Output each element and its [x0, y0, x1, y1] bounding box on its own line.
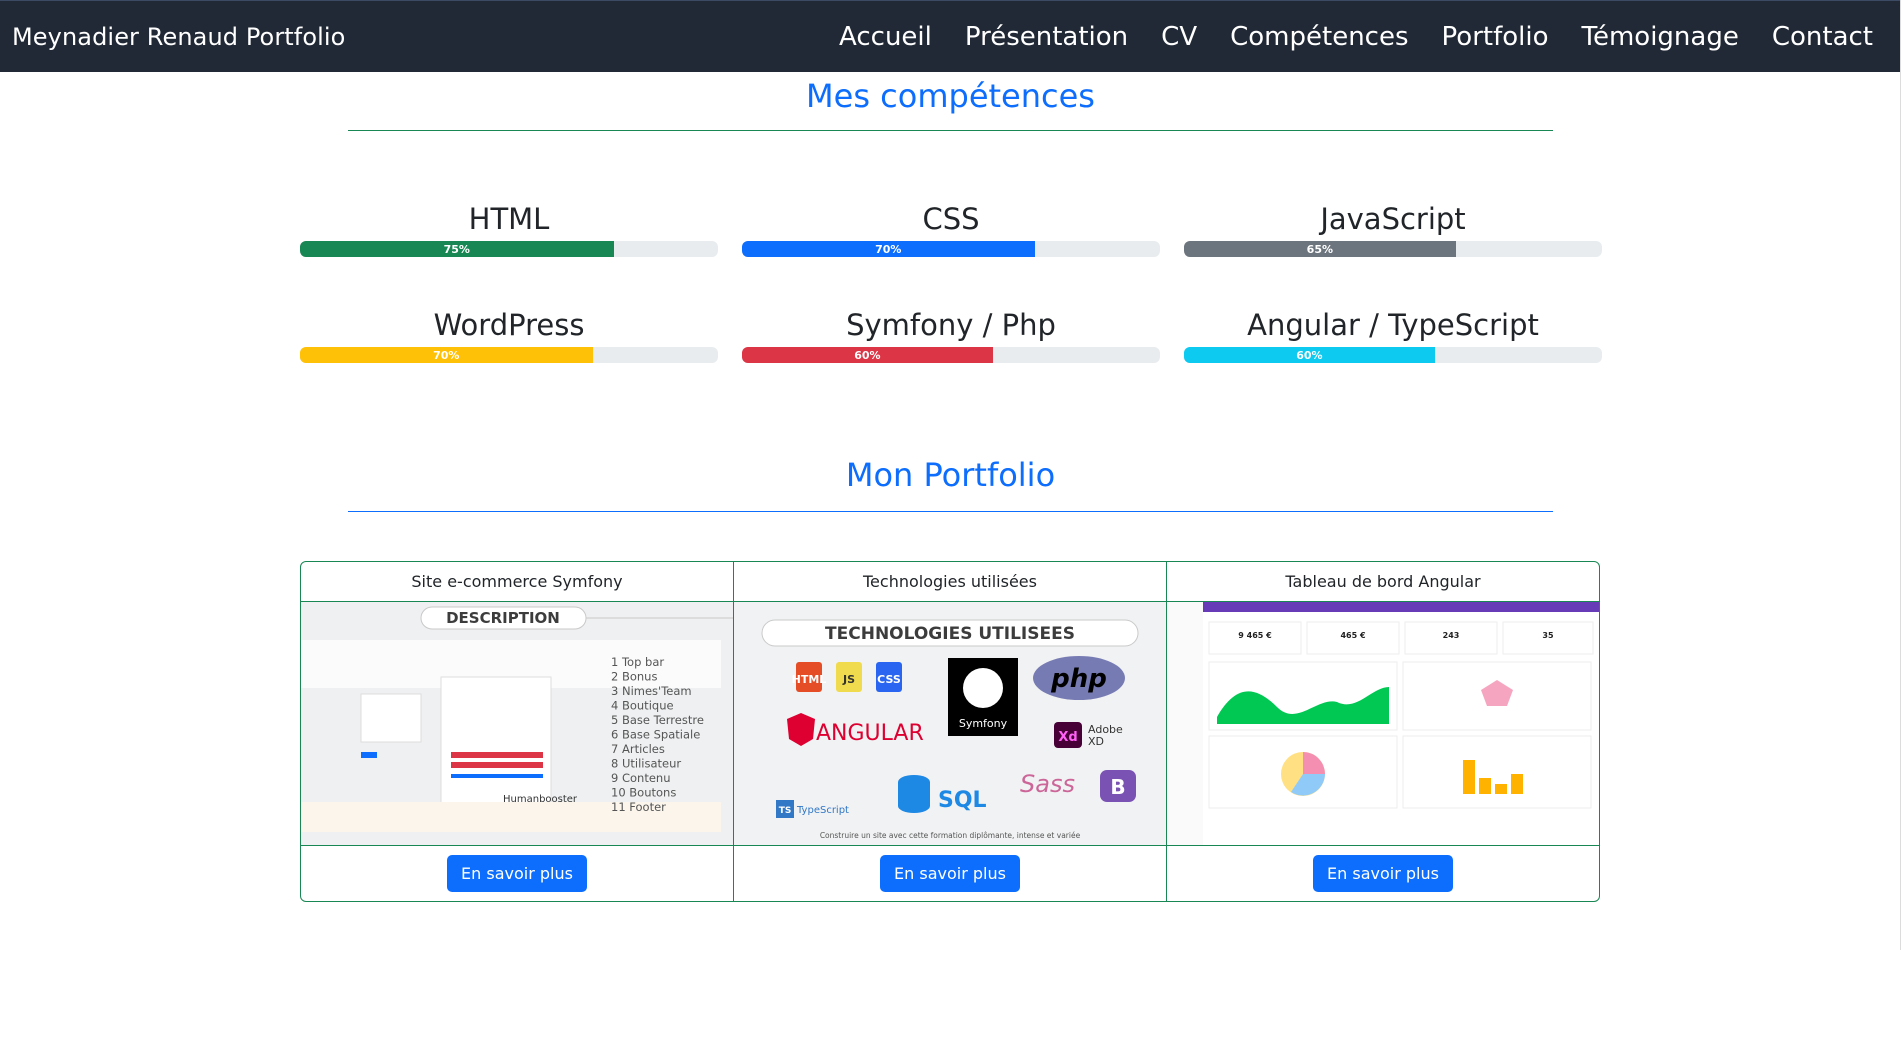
skill-wordpress: WordPress 70%: [300, 307, 718, 363]
progress-track: 60%: [1184, 347, 1602, 363]
progress-bar: 60%: [742, 347, 993, 363]
progress-bar: 75%: [300, 241, 614, 257]
progress-bar: 60%: [1184, 347, 1435, 363]
list-item: 9 Contenu: [611, 771, 671, 785]
list-item: 1 Top bar: [611, 655, 664, 669]
bar-chart-bar: [1479, 778, 1491, 794]
learn-more-button[interactable]: En savoir plus: [1313, 855, 1453, 892]
stat-value: 465 €: [1340, 631, 1365, 640]
list-item: 6 Base Spatiale: [611, 728, 700, 742]
sql-label: SQL: [938, 788, 987, 813]
list-item: 8 Utilisateur: [611, 757, 681, 771]
portfolio-card-ecommerce: Site e-commerce Symfony DESCRIPTION 1 To…: [301, 562, 733, 901]
portfolio-cards: Site e-commerce Symfony DESCRIPTION 1 To…: [300, 561, 1600, 902]
portfolio-title: Mon Portfolio: [845, 456, 1056, 494]
progress-track: 70%: [742, 241, 1160, 257]
skill-name: Symfony / Php: [846, 308, 1056, 342]
portfolio-divider: [348, 511, 1553, 512]
css3-label: CSS: [877, 673, 901, 686]
list-item: 5 Base Terrestre: [611, 713, 704, 727]
portfolio-card-dashboard: Tableau de bord Angular 9 465 € 465 € 24…: [1166, 562, 1599, 901]
stat-value: 243: [1443, 631, 1460, 640]
nav-link-presentation[interactable]: Présentation: [965, 22, 1128, 52]
nav-link-temoignage[interactable]: Témoignage: [1582, 22, 1739, 52]
card-header: Site e-commerce Symfony: [301, 562, 733, 602]
progress-track: 75%: [300, 241, 718, 257]
angular-label: ANGULAR: [816, 721, 924, 746]
nav-link-competences[interactable]: Compétences: [1230, 22, 1408, 52]
dashboard-preview: 9 465 € 465 € 243 35: [1167, 602, 1599, 845]
card-header: Technologies utilisées: [734, 562, 1166, 602]
list-item: 7 Articles: [611, 742, 665, 756]
adobe-xd-label: XD: [1088, 735, 1104, 748]
skill-html: HTML 75%: [300, 201, 718, 257]
learn-more-button[interactable]: En savoir plus: [880, 855, 1020, 892]
skill-angular-typescript: Angular / TypeScript 60%: [1184, 307, 1602, 363]
list-item: 4 Boutique: [611, 699, 674, 713]
stat-value: 35: [1542, 631, 1554, 640]
learn-more-button[interactable]: En savoir plus: [447, 855, 587, 892]
nav-link-portfolio[interactable]: Portfolio: [1442, 22, 1549, 52]
navbar: Meynadier Renaud Portfolio Accueil Prése…: [0, 0, 1900, 72]
stat-value: 9 465 €: [1238, 631, 1272, 640]
nav-link-cv[interactable]: CV: [1161, 22, 1197, 52]
skill-symfony-php: Symfony / Php 60%: [742, 307, 1160, 363]
html5-label: HTML: [792, 673, 827, 686]
bar-chart-bar: [1495, 784, 1507, 794]
skills-divider: [348, 130, 1553, 131]
skill-name: HTML: [468, 202, 550, 236]
skill-name: JavaScript: [1320, 202, 1466, 236]
card-footer: En savoir plus: [734, 846, 1166, 901]
page: Meynadier Renaud Portfolio Accueil Prése…: [0, 0, 1901, 1040]
progress-track: 60%: [742, 347, 1160, 363]
card-header: Tableau de bord Angular: [1167, 562, 1599, 602]
list-item: 11 Footer: [611, 800, 666, 814]
card-image-ecommerce: DESCRIPTION 1 Top bar 2 Bonus 3 Nimes'Te…: [301, 602, 733, 846]
nav-link-accueil[interactable]: Accueil: [839, 22, 932, 52]
technologies-preview: TECHNOLOGIES UTILISEES HTML JS CSS Symfo…: [734, 602, 1166, 845]
sass-label: Sass: [1020, 770, 1075, 798]
card-footer: En savoir plus: [301, 846, 733, 901]
bar-chart-bar: [1463, 760, 1475, 794]
nav-links: Accueil Présentation CV Compétences Port…: [806, 22, 1873, 52]
card-image-technologies: TECHNOLOGIES UTILISEES HTML JS CSS Symfo…: [734, 602, 1166, 846]
ts-label: TS: [779, 806, 792, 816]
progress-bar: 70%: [300, 347, 593, 363]
image-heading: TECHNOLOGIES UTILISEES: [825, 624, 1075, 644]
progress-bar: 65%: [1184, 241, 1456, 257]
skill-javascript: JavaScript 65%: [1184, 201, 1602, 257]
portfolio-card-technologies: Technologies utilisées TECHNOLOGIES UTIL…: [733, 562, 1166, 901]
skill-name: WordPress: [433, 308, 585, 342]
list-item: 10 Boutons: [611, 786, 676, 800]
image-caption: Construire un site avec cette formation …: [820, 831, 1081, 840]
humanbooster-logo: Humanbooster: [503, 794, 578, 805]
brand-title[interactable]: Meynadier Renaud Portfolio: [12, 23, 345, 51]
progress-track: 65%: [1184, 241, 1602, 257]
progress-bar: 70%: [742, 241, 1035, 257]
bootstrap-label: B: [1110, 775, 1125, 799]
typescript-label: TypeScript: [796, 805, 849, 816]
xd-label: Xd: [1058, 730, 1077, 745]
card-footer: En savoir plus: [1167, 846, 1599, 901]
progress-track: 70%: [300, 347, 718, 363]
skill-name: CSS: [922, 202, 980, 236]
skill-css: CSS 70%: [742, 201, 1160, 257]
php-label: php: [1050, 664, 1107, 694]
ecommerce-preview: DESCRIPTION 1 Top bar 2 Bonus 3 Nimes'Te…: [301, 602, 733, 845]
image-heading: DESCRIPTION: [446, 609, 560, 627]
skills-title: Mes compétences: [806, 77, 1095, 115]
skill-name: Angular / TypeScript: [1247, 308, 1539, 342]
symfony-label: Symfony: [959, 717, 1008, 730]
bar-chart-bar: [1511, 774, 1523, 794]
card-image-dashboard: 9 465 € 465 € 243 35: [1167, 602, 1599, 846]
js-label: JS: [842, 673, 855, 686]
nav-link-contact[interactable]: Contact: [1772, 22, 1873, 52]
list-item: 3 Nimes'Team: [611, 684, 692, 698]
list-item: 2 Bonus: [611, 670, 657, 684]
